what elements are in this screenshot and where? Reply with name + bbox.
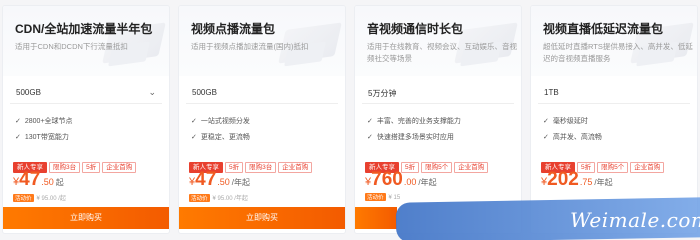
- spec-select[interactable]: 500GB: [186, 82, 338, 104]
- check-icon: ✓: [367, 134, 373, 141]
- buy-now-button[interactable]: 立即购买: [3, 207, 169, 229]
- price-decimal: .75: [579, 177, 593, 187]
- price-unit: /年起: [418, 178, 437, 187]
- original-price: 活动价 ¥ 15: [365, 193, 400, 201]
- spec-select-value: 5万分钟: [368, 89, 397, 98]
- check-icon: ✓: [191, 134, 197, 141]
- price-decimal: .50: [41, 177, 54, 187]
- price: ¥47.50 起: [13, 169, 64, 190]
- card-title: 音视频通信时长包: [367, 22, 464, 36]
- feature-text: 130T带宽能力: [24, 134, 69, 141]
- price-unit: /年起: [231, 178, 251, 187]
- tag: 企业首购: [630, 162, 665, 173]
- price-unit: /年起: [594, 178, 613, 187]
- feature-text: 2800+全球节点: [24, 118, 73, 125]
- price-integer: 760: [371, 169, 403, 190]
- buy-now-button[interactable]: [355, 207, 397, 229]
- tag: 企业首购: [454, 162, 489, 173]
- price-badge: 活动价: [13, 194, 34, 202]
- chevron-down-icon: ⌄: [148, 87, 156, 97]
- price-decimal: .50: [217, 177, 230, 187]
- feature-item: ✓ 毫秒级延时: [543, 116, 588, 126]
- product-card-rtc: 音视频通信时长包 适用于在线教育、视频会议、互动娱乐、音视频社交等场景 5万分钟…: [355, 6, 521, 233]
- spec-select-value: 1TB: [544, 88, 559, 97]
- original-price-value: ¥ 15: [388, 195, 401, 201]
- card-description: 超低延时直播RTS提供易接入、高并发、低延迟的音视频直播服务: [543, 42, 693, 63]
- tag: 5折: [82, 162, 101, 173]
- feature-text: 更稳定、更流畅: [200, 134, 250, 141]
- original-price: 活动价 ¥ 95.00 /起: [13, 193, 66, 202]
- original-price: 活动价 ¥ 95.00 /年起: [189, 193, 248, 202]
- price-badge: 活动价: [365, 193, 386, 201]
- feature-text: 一站式视频分发: [200, 118, 250, 125]
- product-card-cdn: CDN/全站加速流量半年包 适用于CDN和DCDN下行流量抵扣 500GB ⌄ …: [3, 6, 169, 233]
- spec-select-value: 500GB: [192, 88, 217, 97]
- price-badge: 活动价: [189, 194, 210, 202]
- price-integer: 202: [547, 169, 579, 190]
- price-integer: 47: [195, 169, 217, 190]
- price-decimal: .00: [403, 177, 417, 187]
- tag: 企业首购: [102, 162, 137, 173]
- price: ¥202.75/年起: [541, 169, 613, 190]
- spec-select-value: 500GB: [16, 88, 41, 97]
- feature-item: ✓ 更稳定、更流畅: [191, 132, 250, 142]
- watermark-text: Weimale.com: [570, 208, 700, 232]
- feature-item: ✓ 高并发、高流畅: [543, 132, 602, 142]
- spec-select[interactable]: 500GB ⌄: [10, 82, 162, 104]
- card-title: 视频直播低延迟流量包: [543, 22, 664, 36]
- original-price-value: ¥ 95.00 /年起: [212, 196, 248, 202]
- feature-item: ✓ 快速搭建多场景实时应用: [367, 132, 454, 142]
- card-description: 适用于CDN和DCDN下行流量抵扣: [15, 42, 128, 51]
- price: ¥47.50/年起: [189, 169, 251, 190]
- feature-item: ✓ 一站式视频分发: [191, 116, 250, 126]
- check-icon: ✓: [543, 118, 549, 125]
- feature-item: ✓ 2800+全球节点: [15, 116, 73, 126]
- original-price-value: ¥ 95.00 /起: [36, 196, 66, 202]
- card-description: 适用于视频点播加速流量(国内)抵扣: [191, 42, 309, 51]
- price-integer: 47: [19, 169, 41, 190]
- product-card-row: CDN/全站加速流量半年包 适用于CDN和DCDN下行流量抵扣 500GB ⌄ …: [0, 0, 700, 240]
- price-unit: 起: [55, 178, 64, 187]
- product-card-vod: 视频点播流量包 适用于视频点播加速流量(国内)抵扣 500GB ✓ 一站式视频分发…: [179, 6, 345, 233]
- spec-select[interactable]: 1TB: [538, 82, 690, 104]
- feature-item: ✓ 130T带宽能力: [15, 132, 69, 142]
- check-icon: ✓: [191, 118, 197, 125]
- check-icon: ✓: [543, 134, 549, 141]
- feature-text: 快速搭建多场景实时应用: [376, 134, 454, 141]
- price: ¥760.00/年起: [365, 169, 437, 190]
- check-icon: ✓: [15, 134, 21, 141]
- check-icon: ✓: [15, 118, 21, 125]
- check-icon: ✓: [367, 118, 373, 125]
- card-title: 视频点播流量包: [191, 22, 276, 36]
- feature-text: 丰富、完善的业务支撑能力: [376, 118, 461, 125]
- card-title: CDN/全站加速流量半年包: [15, 22, 153, 36]
- feature-item: ✓ 丰富、完善的业务支撑能力: [367, 116, 461, 126]
- spec-select[interactable]: 5万分钟: [362, 82, 514, 104]
- feature-text: 高并发、高流畅: [552, 134, 602, 141]
- buy-now-button[interactable]: 立即购买: [179, 207, 345, 229]
- feature-text: 毫秒级延时: [552, 118, 588, 125]
- card-description: 适用于在线教育、视频会议、互动娱乐、音视频社交等场景: [367, 42, 517, 63]
- tag: 企业首购: [278, 162, 313, 173]
